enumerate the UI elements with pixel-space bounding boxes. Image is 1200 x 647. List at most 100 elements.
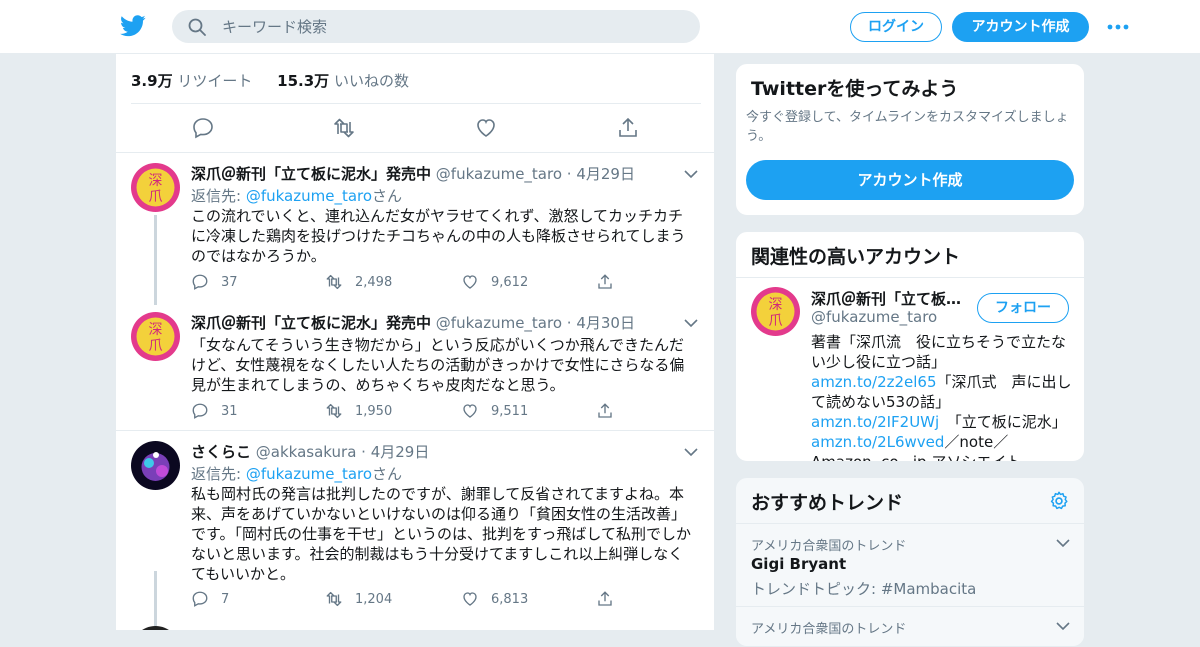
divider: [116, 152, 714, 153]
divider: [736, 277, 1084, 278]
bio-link[interactable]: amzn.to/2L6wved: [811, 433, 944, 451]
related-account-bio: 著書「深爪流 役に立ちそうで立たない少し役に立つ話」 amzn.to/2z2el…: [811, 332, 1073, 461]
retweet-action[interactable]: 2,498: [325, 272, 392, 292]
tweet-stats: 3.9万 リツイート 15.3万 いいねの数: [131, 70, 429, 91]
tweet-text: 「女なんてそういう生き物だから」という反応がいくつか飛んできたんだけど、女性蔑視…: [191, 336, 685, 394]
avatar[interactable]: 深爪: [751, 287, 800, 336]
login-button[interactable]: ログイン: [850, 12, 942, 42]
author-handle[interactable]: @fukazume_taro: [436, 165, 562, 183]
tweet-date[interactable]: · 4月29日: [567, 165, 635, 183]
like-icon: [463, 275, 477, 289]
avatar[interactable]: [131, 441, 180, 490]
bio-text: 「立て板に泥水」: [939, 413, 1067, 431]
trend-item[interactable]: アメリカ合衆国のトレンド: [736, 606, 1084, 646]
related-account-handle[interactable]: @fukazume_taro: [811, 308, 937, 326]
avatar[interactable]: 深爪: [131, 163, 180, 212]
tweet-header: さくらこ @akkasakura · 4月29日: [191, 441, 429, 462]
bio-text: 著書「深爪流 役に立ちそうで立たない少し役に立つ話」: [811, 333, 1067, 371]
svg-text:爪: 爪: [149, 338, 163, 354]
svg-text:深: 深: [149, 322, 163, 338]
follow-button[interactable]: フォロー: [977, 293, 1069, 323]
tweet-header: 深爪＠新刊「立て板に泥水」発売中 @fukazume_taro · 4月30日: [191, 312, 635, 333]
retweet-icon: [326, 403, 342, 419]
share-action[interactable]: [596, 401, 626, 421]
tweet-date[interactable]: · 4月30日: [567, 314, 635, 332]
tweet-action-bar: 37 2,498 9,612: [191, 272, 631, 292]
retweet-icon[interactable]: [332, 116, 356, 140]
like-action[interactable]: 6,813: [461, 589, 528, 609]
author-handle[interactable]: @akkasakura: [256, 443, 357, 461]
reply-to-link[interactable]: @fukazume_taro: [246, 465, 372, 483]
trend-item[interactable]: アメリカ合衆国のトレンド Gigi Bryant トレンドトピック: #Mamb…: [736, 523, 1084, 607]
search-box[interactable]: [172, 10, 700, 43]
search-input[interactable]: [222, 10, 682, 43]
tweet-action-bar: 31 1,950 9,511: [191, 401, 631, 421]
thread-line: [154, 571, 157, 630]
divider: [131, 103, 701, 104]
trend-context: アメリカ合衆国のトレンド: [751, 539, 907, 554]
bio-link[interactable]: amzn.to/2IF2UWj: [811, 413, 939, 431]
retweet-action[interactable]: 1,950: [325, 401, 392, 421]
retweet-icon: [326, 591, 342, 607]
reply-action[interactable]: 31: [191, 401, 238, 421]
chevron-down-icon[interactable]: [684, 447, 698, 457]
reply-to-link[interactable]: @fukazume_taro: [246, 187, 372, 205]
author-name[interactable]: 深爪＠新刊「立て板に泥水」発売中: [191, 314, 431, 332]
share-action[interactable]: [596, 589, 626, 609]
tweet-action-bar: 7 1,204 6,813: [191, 589, 631, 609]
retweet-count: 2,498: [355, 274, 393, 290]
author-name[interactable]: さくらこ: [191, 443, 251, 461]
reply-to-line: 返信先: @fukazume_taroさん: [191, 463, 402, 484]
like-icon: [463, 592, 477, 606]
top-navigation-bar: ログイン アカウント作成: [0, 0, 1200, 54]
retweet-count: 1,204: [355, 591, 393, 607]
retweet-label[interactable]: リツイート: [177, 72, 252, 90]
svg-text:爪: 爪: [149, 189, 163, 205]
related-account-name[interactable]: 深爪＠新刊「立て板…: [811, 288, 971, 309]
tweet-text: 私も岡村氏の発言は批判したのですが、謝罪して反省されてますよね。本来、声をあげて…: [191, 485, 691, 583]
reply-prefix: 返信先:: [191, 187, 246, 205]
trends-title: おすすめトレンド: [751, 492, 904, 514]
chevron-down-icon[interactable]: [1056, 538, 1070, 548]
like-count: 9,612: [491, 274, 529, 290]
avatar[interactable]: 深爪: [131, 312, 180, 361]
divider: [116, 430, 714, 431]
author-handle[interactable]: @fukazume_taro: [436, 314, 562, 332]
bio-link[interactable]: amzn.to/2z2el65: [811, 373, 937, 391]
reply-action[interactable]: 37: [191, 272, 238, 292]
settings-gear-icon[interactable]: [1048, 490, 1070, 512]
like-count: 9,511: [491, 403, 529, 419]
signup-card-button[interactable]: アカウント作成: [746, 160, 1074, 200]
twitter-bird-icon[interactable]: [120, 14, 146, 38]
signup-card: Twitterを使ってみよう 今すぐ登録して、タイムラインをカスタマイズしましょ…: [735, 63, 1085, 216]
svg-text:爪: 爪: [769, 313, 783, 329]
tweet-date[interactable]: · 4月29日: [361, 443, 429, 461]
like-label[interactable]: いいねの数: [334, 72, 409, 90]
thread-line: [154, 215, 157, 305]
chevron-down-icon[interactable]: [684, 318, 698, 328]
signup-card-title: Twitterを使ってみよう: [751, 78, 959, 100]
avatar[interactable]: [131, 626, 180, 630]
retweet-action[interactable]: 1,204: [325, 589, 392, 609]
like-icon[interactable]: [474, 116, 498, 140]
like-action[interactable]: 9,511: [461, 401, 528, 421]
signup-button[interactable]: アカウント作成: [952, 12, 1089, 42]
reply-action[interactable]: 7: [191, 589, 229, 609]
more-options-icon[interactable]: [1106, 18, 1130, 36]
reply-icon: [192, 403, 208, 419]
reply-suffix: さん: [372, 465, 403, 483]
reply-icon[interactable]: [191, 116, 215, 140]
like-count[interactable]: 15.3万: [277, 72, 329, 90]
avatar-image: 深爪: [131, 312, 180, 361]
chevron-down-icon[interactable]: [684, 169, 698, 179]
trend-name: Gigi Bryant: [751, 555, 847, 573]
related-accounts-card: 関連性の高いアカウント 深爪 深爪＠新刊「立て板… @fukazume_taro…: [735, 231, 1085, 462]
share-icon[interactable]: [616, 116, 640, 140]
author-name[interactable]: 深爪＠新刊「立て板に泥水」発売中: [191, 165, 431, 183]
share-action[interactable]: [596, 272, 626, 292]
like-action[interactable]: 9,612: [461, 272, 528, 292]
svg-text:深: 深: [149, 173, 163, 189]
share-icon: [598, 591, 612, 606]
retweet-count[interactable]: 3.9万: [131, 72, 173, 90]
avatar-image: 深爪: [131, 163, 180, 212]
